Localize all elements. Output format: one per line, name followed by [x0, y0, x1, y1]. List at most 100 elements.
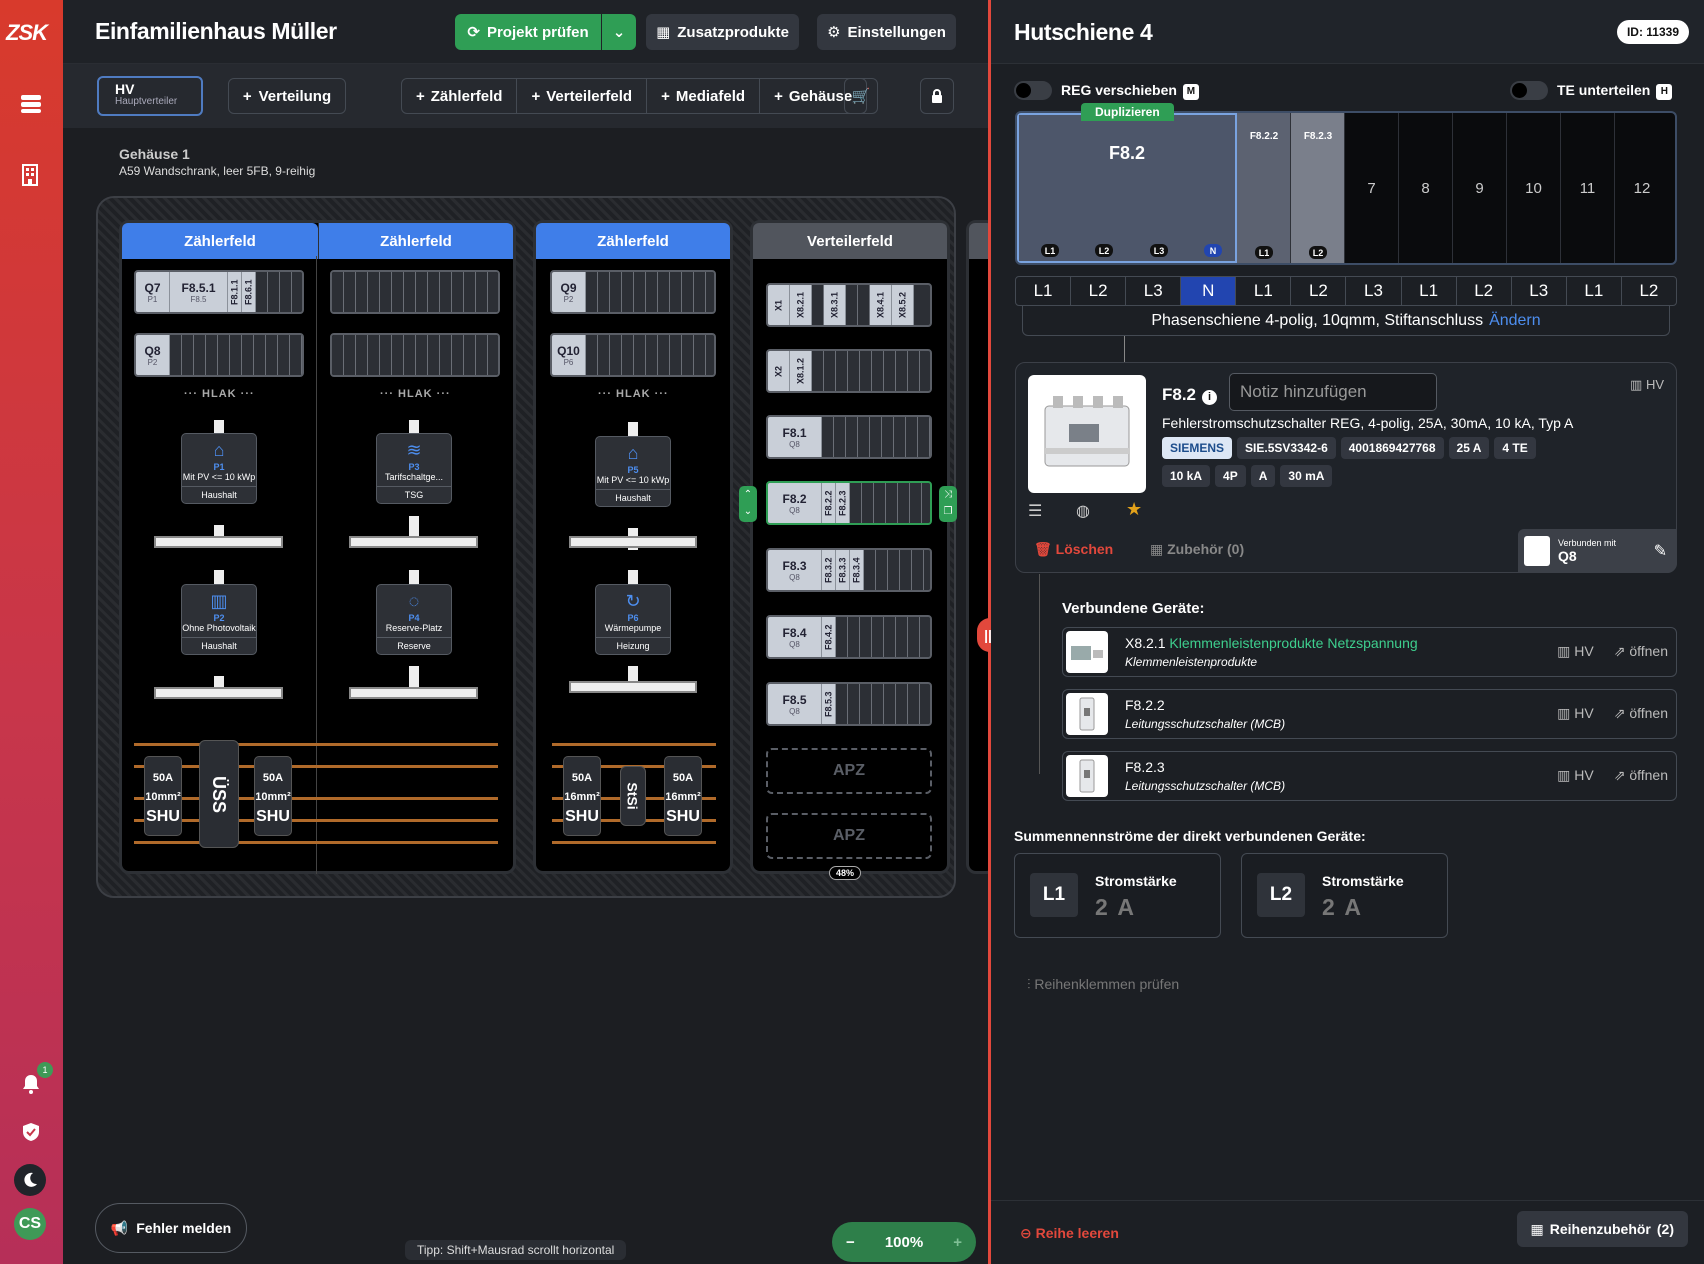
connected-item-f823[interactable]: F8.2.3 Leitungsschutzschalter (MCB) ▥ HV ⇗… [1062, 751, 1677, 801]
edit-icon[interactable]: ✎ [1654, 541, 1667, 561]
add-verteilerfeld-button[interactable]: + Verteilerfeld [517, 79, 648, 113]
meter-card-p3[interactable]: ≋ P3 Tarifschaltge... TSG [376, 433, 452, 504]
change-phaserail-link[interactable]: Ändern [1489, 312, 1541, 330]
slot-9[interactable]: 9 [1453, 113, 1507, 263]
check-project-button[interactable]: ⟳ Projekt prüfen [455, 14, 601, 50]
clear-row-button[interactable]: ⊖ Reihe leeren [1020, 1225, 1119, 1242]
meter-rail-empty-1[interactable] [330, 270, 500, 314]
module-f84[interactable]: F8.4 Q8 [768, 617, 822, 657]
note-input[interactable]: Notiz hinzufügen [1229, 373, 1437, 411]
meter-card-p1[interactable]: ⌂ P1 Mit PV <= 10 kWp Haushalt [181, 433, 257, 504]
add-verteilung-button[interactable]: + Verteilung [228, 78, 346, 114]
shu-left[interactable]: 50A 16mm² SHU [563, 756, 601, 836]
move-rail-arrows[interactable]: ⌃ ⌄ [739, 486, 757, 522]
shield-icon[interactable] [19, 1120, 43, 1144]
connected-item-f822[interactable]: F8.2.2 Leitungsschutzschalter (MCB) ▥ HV ⇗… [1062, 689, 1677, 739]
zoom-out-button[interactable]: − [846, 1234, 855, 1251]
module-f85[interactable]: F8.5 Q8 [768, 684, 822, 724]
terminal-x812[interactable]: X8.1.2 [790, 351, 812, 391]
meter-rail-q7[interactable]: Q7 P1 F8.5.1 F8.5 F8.1.1 F8.6.1 [134, 270, 304, 314]
module-f833[interactable]: F8.3.3 [836, 550, 850, 590]
uss-module[interactable]: ÜSS [199, 740, 239, 848]
zoom-in-button[interactable]: + [953, 1234, 962, 1251]
extras-button[interactable]: ▦ Zusatzprodukte [646, 14, 799, 50]
open-link[interactable]: ⇗ öffnen [1614, 643, 1668, 660]
slot-8[interactable]: 8 [1399, 113, 1453, 263]
rail-7[interactable]: F8.5 Q8 F8.5.3 [766, 682, 932, 726]
rail-actions[interactable]: ⤨ ❐ [939, 486, 957, 522]
module-f842[interactable]: F8.4.2 [822, 617, 836, 657]
app-logo[interactable]: ZSK [6, 20, 48, 46]
meter-card-p4[interactable]: ◌ P4 Reserve-Platz Reserve [376, 584, 452, 655]
module-f83[interactable]: F8.3 Q8 [768, 550, 822, 590]
rail-1[interactable]: X1 X8.2.1 X8.3.1 X8.4.1 X8.5.2 [766, 283, 932, 327]
info-icon[interactable]: i [1202, 390, 1218, 405]
selected-module-f82[interactable]: F8.2 L1 L2 L3 N [1017, 113, 1237, 263]
rail-6[interactable]: F8.4 Q8 F8.4.2 [766, 615, 932, 659]
meter-q9[interactable]: Q9 P2 [552, 272, 586, 312]
accessories-button[interactable]: ▦ Zubehör (0) [1150, 541, 1244, 558]
duplicate-button[interactable]: Duplizieren [1081, 103, 1174, 121]
rail-2[interactable]: X2 X8.1.2 [766, 349, 932, 393]
add-mediafeld-button[interactable]: + Mediafeld [647, 79, 761, 113]
shu-right[interactable]: 50A 10mm² SHU [254, 756, 292, 836]
settings-button[interactable]: ⚙ Einstellungen [817, 14, 956, 50]
add-zaehlerfeld-button[interactable]: + Zählerfeld [402, 79, 518, 113]
open-link[interactable]: ⇗ öffnen [1614, 767, 1668, 784]
module-f851[interactable]: F8.5.1 F8.5 [170, 272, 228, 312]
terminal-x2[interactable]: X2 [768, 351, 790, 391]
module-f823[interactable]: F8.2.3 L2 [1291, 113, 1345, 263]
slot-10[interactable]: 10 [1507, 113, 1561, 263]
module-f822[interactable]: F8.2.2 [822, 483, 836, 523]
connected-item-x821[interactable]: X8.2.1 Klemmenleistenprodukte Netzspannu… [1062, 627, 1677, 677]
meter-rail-empty-2[interactable] [330, 333, 500, 377]
rail-5[interactable]: F8.3 Q8 F8.3.2 F8.3.3 F8.3.4 [766, 548, 932, 592]
stsi-module[interactable]: StSi [620, 766, 646, 826]
rail-3[interactable]: F8.1 Q8 [766, 415, 932, 459]
row-accessories-button[interactable]: ▦ Reihenzubehör (2) [1516, 1211, 1688, 1247]
delete-button[interactable]: 🗑 Löschen [1034, 541, 1113, 558]
meter-q8[interactable]: Q8 P2 [136, 335, 170, 375]
meter-rail-q10[interactable]: Q10 P6 [550, 333, 716, 377]
slot-12[interactable]: 12 [1615, 113, 1669, 263]
terminal-x821[interactable]: X8.2.1 [790, 285, 812, 325]
terminal-x1[interactable]: X1 [768, 285, 790, 325]
report-error-button[interactable]: 📢 Fehler melden [95, 1203, 247, 1253]
slot-7[interactable]: 7 [1345, 113, 1399, 263]
check-dropdown-button[interactable]: ⌄ [602, 14, 636, 50]
terminal-x852[interactable]: X8.5.2 [892, 285, 914, 325]
module-f861[interactable]: F8.6.1 [242, 272, 256, 312]
shu-left[interactable]: 50A 10mm² SHU [144, 756, 182, 836]
globe-icon[interactable]: ◍ [1076, 501, 1090, 521]
meter-card-p2[interactable]: ▥ P2 Ohne Photovoltaik Haushalt [181, 584, 257, 655]
connected-with[interactable]: Verbunden mit Q8 ✎ [1518, 529, 1677, 573]
hv-selector[interactable]: HV Hauptverteiler [97, 76, 203, 116]
reg-toggle[interactable] [1014, 81, 1052, 100]
lock-button[interactable] [920, 78, 954, 114]
meter-card-p5[interactable]: ⌂ P5 Mit PV <= 10 kWp Haushalt [595, 436, 671, 507]
terminal-x841[interactable]: X8.4.1 [870, 285, 892, 325]
rail-4-selected[interactable]: F8.2 Q8 F8.2.2 F8.2.3 [766, 481, 932, 525]
module-f82[interactable]: F8.2 Q8 [768, 483, 822, 523]
meter-rail-q9[interactable]: Q9 P2 [550, 270, 716, 314]
meter-q7[interactable]: Q7 P1 [136, 272, 170, 312]
open-link[interactable]: ⇗ öffnen [1614, 705, 1668, 722]
dark-mode-toggle[interactable] [14, 1164, 46, 1196]
module-f822[interactable]: F8.2.2 L1 [1237, 113, 1291, 263]
module-f823[interactable]: F8.2.3 [836, 483, 850, 523]
meter-rail-q8[interactable]: Q8 P2 [134, 333, 304, 377]
building-icon[interactable] [19, 163, 43, 187]
cart-button[interactable]: 🛒 [844, 78, 878, 114]
module-f834[interactable]: F8.3.4 [850, 550, 864, 590]
din-rail-view[interactable]: F8.2 L1 L2 L3 N F8.2.2 L1 F8.2.3 L2 7 8 9 … [1015, 111, 1677, 265]
check-terminals-button[interactable]: ⫶ Reihenklemmen prüfen [1027, 976, 1179, 993]
shu-right[interactable]: 50A 16mm² SHU [664, 756, 702, 836]
database-icon[interactable] [19, 92, 43, 116]
list-icon[interactable]: ☰ [1028, 501, 1042, 521]
meter-q10[interactable]: Q10 P6 [552, 335, 586, 375]
module-f853[interactable]: F8.5.3 [822, 684, 836, 724]
module-f811[interactable]: F8.1.1 [228, 272, 242, 312]
meter-card-p6[interactable]: ↻ P6 Wärmepumpe Heizung [595, 584, 671, 655]
slot-11[interactable]: 11 [1561, 113, 1615, 263]
module-f81[interactable]: F8.1 Q8 [768, 417, 822, 457]
